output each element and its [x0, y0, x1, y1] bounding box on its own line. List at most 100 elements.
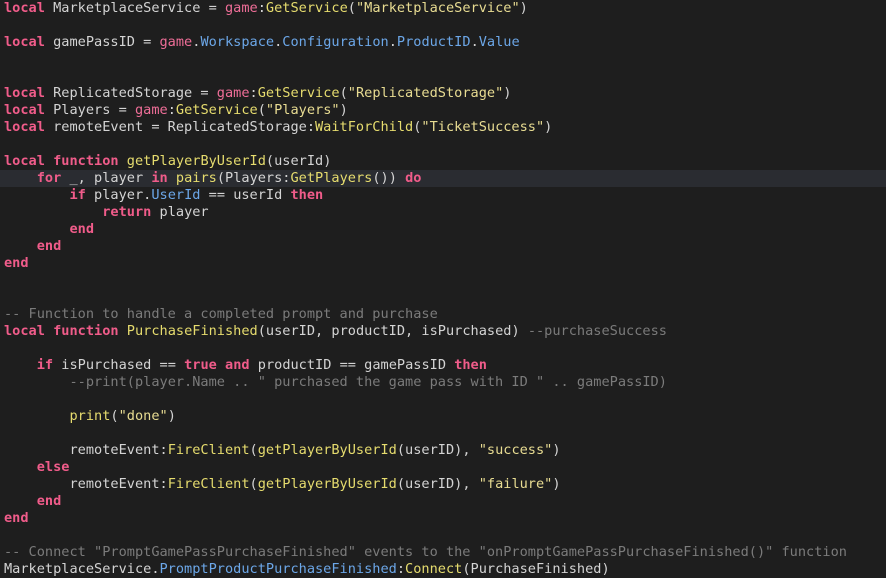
code-line[interactable]: remoteEvent:FireClient(getPlayerByUserId…	[4, 442, 886, 459]
code-line[interactable]: local remoteEvent = ReplicatedStorage:Wa…	[4, 119, 886, 136]
code-token: end	[36, 238, 62, 254]
code-token: GetService	[257, 85, 340, 101]
code-line[interactable]: if isPurchased == true and productID == …	[4, 357, 886, 374]
code-line[interactable]: local gamePassID = game.Workspace.Config…	[4, 34, 886, 51]
code-line[interactable]: end	[4, 510, 886, 527]
code-line[interactable]	[4, 51, 886, 68]
code-token: pairs	[175, 170, 217, 186]
code-line[interactable]	[4, 391, 886, 408]
code-token: do	[405, 170, 422, 186]
code-line[interactable]: local Players = game:GetService("Players…	[4, 102, 886, 119]
code-token: end	[36, 493, 62, 509]
code-token: getPlayerByUserId	[126, 153, 266, 169]
code-token: remoteEvent = ReplicatedStorage:	[44, 119, 315, 135]
code-token: "Players"	[265, 102, 340, 118]
code-token: )	[552, 476, 561, 492]
code-line[interactable]: end	[4, 221, 886, 238]
code-token: --print(player.Name .. " purchased the g…	[69, 374, 667, 390]
code-line[interactable]: local function PurchaseFinished(userID, …	[4, 323, 886, 340]
code-line[interactable]	[4, 17, 886, 34]
code-token: MarketplaceService =	[44, 0, 225, 16]
code-line[interactable]: local MarketplaceService = game:GetServi…	[4, 0, 886, 17]
code-token: (	[249, 476, 258, 492]
code-token: _, player	[61, 170, 152, 186]
code-line[interactable]	[4, 527, 886, 544]
code-line[interactable]: local function getPlayerByUserId(userId)	[4, 153, 886, 170]
code-token: local	[4, 34, 45, 50]
code-token: FireClient	[167, 476, 250, 492]
code-token: game	[216, 85, 250, 101]
code-line[interactable]	[4, 68, 886, 85]
code-token: (	[110, 408, 119, 424]
code-token: )	[519, 0, 528, 16]
code-line[interactable]	[4, 272, 886, 289]
code-line[interactable]: remoteEvent:FireClient(getPlayerByUserId…	[4, 476, 886, 493]
code-line[interactable]: return player	[4, 204, 886, 221]
code-line[interactable]: end	[4, 493, 886, 510]
code-token: game	[134, 102, 168, 118]
code-line[interactable]: for _, player in pairs(Players:GetPlayer…	[0, 170, 886, 187]
code-token: end	[4, 510, 29, 526]
code-token: (userID, productID, isPurchased)	[257, 323, 528, 339]
code-token: )	[339, 102, 348, 118]
code-token: function	[53, 323, 119, 339]
code-token: )	[552, 442, 561, 458]
code-line[interactable]: -- Connect "PromptGamePassPurchaseFinish…	[4, 544, 886, 561]
code-token: in	[151, 170, 168, 186]
code-token: "TicketSuccess"	[421, 119, 545, 135]
code-line[interactable]	[4, 289, 886, 306]
code-line[interactable]: --print(player.Name .. " purchased the g…	[4, 374, 886, 391]
code-token: == userId	[200, 187, 291, 203]
code-line[interactable]: if player.UserId == userId then	[4, 187, 886, 204]
code-token: local	[4, 119, 45, 135]
code-token: print	[69, 408, 111, 424]
code-token: )	[167, 408, 176, 424]
code-line[interactable]	[4, 340, 886, 357]
code-token: GetService	[265, 0, 348, 16]
code-token: Workspace	[200, 34, 275, 50]
code-line[interactable]: -- Function to handle a completed prompt…	[4, 306, 886, 323]
code-token: "failure"	[478, 476, 553, 492]
code-token: --purchaseSuccess	[527, 323, 667, 339]
code-token: return	[102, 204, 152, 220]
code-token: "ReplicatedStorage"	[347, 85, 504, 101]
code-line[interactable]: else	[4, 459, 886, 476]
code-token: local	[4, 102, 45, 118]
code-line[interactable]: MarketplaceService.PromptProductPurchase…	[4, 561, 886, 578]
code-token: -- Function to handle a completed prompt…	[4, 306, 438, 322]
code-editor[interactable]: local MarketplaceService = game: GetServi…	[0, 0, 886, 578]
code-token: function	[53, 153, 119, 169]
code-token: (userID),	[396, 442, 479, 458]
code-token: (Players:	[216, 170, 291, 186]
code-token: then	[290, 187, 324, 203]
code-token: local	[4, 0, 45, 16]
code-token: ProductID	[396, 34, 471, 50]
code-token: GetPlayers	[290, 170, 373, 186]
code-line[interactable]: end	[4, 255, 886, 272]
code-token: and	[225, 357, 250, 373]
code-token: "MarketplaceService"	[355, 0, 520, 16]
code-token: remoteEvent:	[4, 442, 168, 458]
code-line[interactable]	[4, 136, 886, 153]
code-token: getPlayerByUserId	[257, 442, 397, 458]
code-token: (	[347, 0, 356, 16]
code-token: Value	[478, 34, 520, 50]
code-token: :	[167, 102, 176, 118]
code-line[interactable]: print("done")	[4, 408, 886, 425]
code-token: (	[257, 102, 266, 118]
code-token: "success"	[478, 442, 553, 458]
code-token: local	[4, 85, 45, 101]
code-line[interactable]: end	[4, 238, 886, 255]
code-line[interactable]: local ReplicatedStorage = game:GetServic…	[4, 85, 886, 102]
code-token: (PurchaseFinished)	[462, 561, 610, 577]
code-line[interactable]	[4, 425, 886, 442]
